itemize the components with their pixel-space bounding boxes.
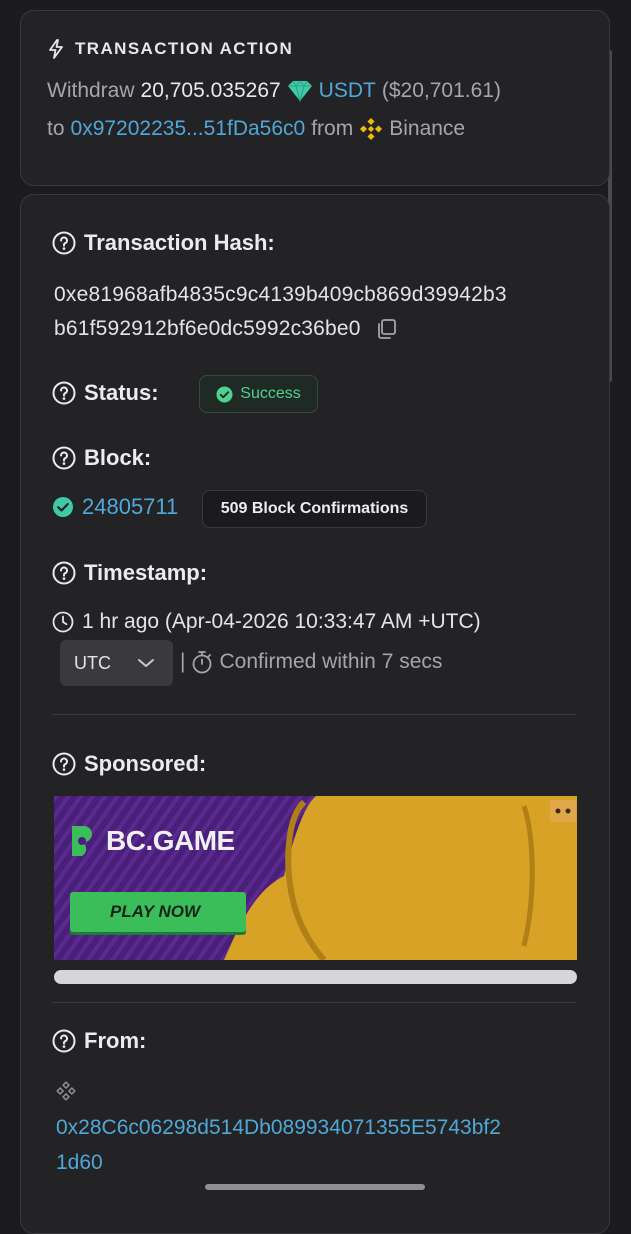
transaction-hash-line-2-text: b61f592912bf6e0dc5992c36be0 [54, 317, 361, 340]
from-label-text: From: [84, 1028, 147, 1053]
block-confirmations-badge: 509 Block Confirmations [202, 490, 427, 528]
ad-artwork [54, 796, 577, 960]
transaction-action-title: TRANSACTION ACTION [75, 39, 294, 58]
timezone-value: UTC [74, 652, 111, 673]
sponsored-label-text: Sponsored: [84, 751, 207, 776]
to-address-link[interactable]: 0x97202235...51fDa56c0 [71, 117, 306, 141]
action-amount: 20,705.035267 [140, 79, 281, 102]
token-link[interactable]: USDT [319, 79, 376, 103]
confirmed-within-row: | Confirmed within 7 secs [180, 650, 442, 674]
transaction-hash-label: Transaction Hash: [52, 230, 275, 256]
ad-brand-row: BC.GAME [68, 824, 235, 858]
check-circle-icon [53, 497, 73, 517]
chevron-down-icon [138, 659, 154, 667]
ad-progress-bar [54, 970, 577, 984]
transaction-hash-line-2: b61f592912bf6e0dc5992c36be0 [54, 317, 397, 341]
block-label-text: Block: [84, 445, 152, 470]
clock-icon [52, 611, 74, 633]
hash-label-text: Transaction Hash: [84, 230, 275, 255]
question-icon[interactable] [52, 231, 76, 255]
action-line-1: Withdraw 20,705.035267 USDT ($20,701.61) [47, 79, 583, 103]
ad-brand-name: BC.GAME [106, 825, 235, 856]
status-label-text: Status: [84, 380, 159, 405]
separator: | [180, 650, 186, 673]
block-number-row: 24805711 [52, 494, 178, 520]
timestamp-label-text: Timestamp: [84, 560, 208, 585]
transaction-hash-line-1: 0xe81968afb4835c9c4139b409cb869d39942b3 [54, 283, 507, 306]
stopwatch-icon [193, 651, 212, 674]
timestamp-value: 1 hr ago (Apr-04-2026 10:33:47 AM +UTC) [82, 610, 481, 633]
question-icon[interactable] [52, 561, 76, 585]
divider [52, 1002, 577, 1003]
bc-game-logo-icon [72, 826, 92, 856]
action-line-2: to 0x97202235...51fDa56c0 from Binance [47, 117, 583, 141]
from-label: From: [52, 1028, 146, 1054]
timezone-select[interactable]: UTC [60, 640, 173, 686]
sponsored-label: Sponsored: [52, 751, 206, 777]
question-icon[interactable] [52, 1029, 76, 1053]
tether-icon [287, 80, 312, 102]
from-exchange-name: Binance [389, 117, 466, 140]
lightning-icon [49, 39, 63, 59]
timestamp-row: 1 hr ago (Apr-04-2026 10:33:47 AM +UTC) [52, 610, 481, 634]
from-address-line-1[interactable]: 0x28C6c06298d514Db089934071355E5743bf2 [56, 1116, 501, 1140]
status-badge: Success [199, 375, 318, 413]
question-icon[interactable] [52, 446, 76, 470]
block-number-link[interactable]: 24805711 [82, 494, 178, 520]
status-value: Success [240, 385, 301, 402]
copy-icon[interactable] [375, 318, 397, 340]
transaction-action-card: TRANSACTION ACTION Withdraw 20,705.03526… [20, 10, 610, 186]
play-now-label: PLAY NOW [110, 902, 201, 921]
binance-icon [56, 1081, 76, 1101]
sponsored-ad-banner[interactable]: BC.GAME PLAY NOW [54, 796, 577, 960]
from-address-line-2[interactable]: 1d60 [56, 1151, 103, 1175]
transaction-action-header: TRANSACTION ACTION [47, 39, 583, 59]
check-circle-icon [216, 385, 233, 403]
question-icon[interactable] [52, 752, 76, 776]
timestamp-label: Timestamp: [52, 560, 207, 586]
block-label: Block: [52, 445, 151, 471]
play-now-button[interactable]: PLAY NOW [70, 892, 246, 932]
home-indicator[interactable] [205, 1184, 425, 1190]
status-label: Status: [52, 380, 159, 406]
to-word: to [47, 117, 65, 140]
question-icon[interactable] [52, 381, 76, 405]
confirmed-within-text: Confirmed within 7 secs [219, 650, 443, 673]
divider [52, 714, 577, 715]
from-word: from [311, 117, 354, 140]
binance-icon [360, 117, 383, 141]
action-verb: Withdraw [47, 79, 135, 102]
usd-value: ($20,701.61) [381, 79, 501, 102]
